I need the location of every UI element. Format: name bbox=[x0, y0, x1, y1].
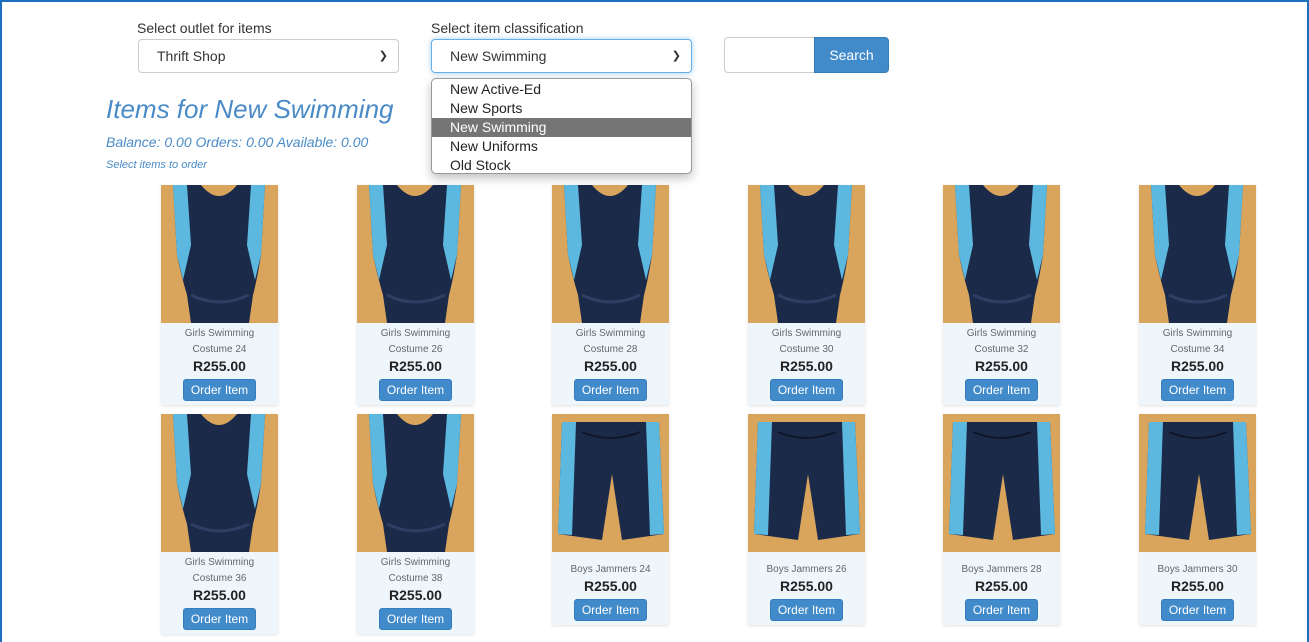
product-price: R255.00 bbox=[193, 587, 246, 603]
product-name: Girls Swimming bbox=[380, 557, 451, 568]
product-card: Girls Swimming Costume 32 R255.00 Order Ite… bbox=[943, 185, 1060, 405]
product-price: R255.00 bbox=[389, 587, 442, 603]
order-item-button[interactable]: Order Item bbox=[182, 608, 257, 630]
product-image[interactable] bbox=[1139, 414, 1256, 552]
order-item-button[interactable]: Order Item bbox=[964, 379, 1039, 401]
product-name-line2: Costume 34 bbox=[1170, 344, 1225, 355]
order-item-button[interactable]: Order Item bbox=[964, 599, 1039, 621]
product-name-line2: Costume 36 bbox=[192, 573, 247, 584]
product-name: Boys Jammers 30 bbox=[1157, 564, 1238, 575]
product-price: R255.00 bbox=[584, 578, 637, 594]
dropdown-option[interactable]: New Sports bbox=[432, 99, 691, 118]
product-name-line2: Costume 28 bbox=[583, 344, 638, 355]
product-card: Girls Swimming Costume 38 R255.00 Order Ite… bbox=[357, 414, 474, 634]
product-image[interactable] bbox=[748, 185, 865, 323]
product-name: Girls Swimming bbox=[966, 328, 1037, 339]
product-name-line2: Costume 32 bbox=[974, 344, 1029, 355]
product-name: Girls Swimming bbox=[1162, 328, 1233, 339]
product-price: R255.00 bbox=[389, 358, 442, 374]
order-item-button[interactable]: Order Item bbox=[1160, 379, 1235, 401]
product-image[interactable] bbox=[943, 185, 1060, 323]
product-image[interactable] bbox=[1139, 185, 1256, 323]
product-name-line2: Costume 30 bbox=[779, 344, 834, 355]
product-name: Girls Swimming bbox=[575, 328, 646, 339]
product-card: Boys Jammers 26 R255.00 Order Item bbox=[748, 414, 865, 625]
product-image[interactable] bbox=[552, 185, 669, 323]
product-name-line2: Costume 26 bbox=[388, 344, 443, 355]
product-card: Girls Swimming Costume 34 R255.00 Order Ite… bbox=[1139, 185, 1256, 405]
classification-dropdown: New Active-Ed New Sports New Swimming Ne… bbox=[431, 78, 692, 174]
outlet-label: Select outlet for items bbox=[137, 20, 272, 36]
product-price: R255.00 bbox=[975, 578, 1028, 594]
product-card: Girls Swimming Costume 30 R255.00 Order Ite… bbox=[748, 185, 865, 405]
product-price: R255.00 bbox=[1171, 358, 1224, 374]
order-item-button[interactable]: Order Item bbox=[573, 599, 648, 621]
outlet-select[interactable]: Thrift Shop ❯ bbox=[138, 39, 399, 73]
product-image[interactable] bbox=[161, 185, 278, 323]
product-card: Boys Jammers 28 R255.00 Order Item bbox=[943, 414, 1060, 625]
order-item-button[interactable]: Order Item bbox=[378, 608, 453, 630]
product-card: Girls Swimming Costume 28 R255.00 Order Ite… bbox=[552, 185, 669, 405]
order-item-button[interactable]: Order Item bbox=[769, 379, 844, 401]
search-input[interactable] bbox=[724, 37, 815, 73]
product-price: R255.00 bbox=[584, 358, 637, 374]
product-name: Boys Jammers 28 bbox=[961, 564, 1042, 575]
product-card: Girls Swimming Costume 26 R255.00 Order Ite… bbox=[357, 185, 474, 405]
select-hint: Select items to order bbox=[106, 159, 207, 171]
product-card: Girls Swimming Costume 36 R255.00 Order Ite… bbox=[161, 414, 278, 634]
order-item-button[interactable]: Order Item bbox=[378, 379, 453, 401]
order-item-button[interactable]: Order Item bbox=[182, 379, 257, 401]
product-image[interactable] bbox=[748, 414, 865, 552]
product-price: R255.00 bbox=[780, 358, 833, 374]
product-name: Boys Jammers 24 bbox=[570, 564, 651, 575]
outlet-select-value: Thrift Shop bbox=[157, 48, 226, 64]
product-image[interactable] bbox=[357, 185, 474, 323]
dropdown-option-selected[interactable]: New Swimming bbox=[432, 118, 691, 137]
product-price: R255.00 bbox=[1171, 578, 1224, 594]
dropdown-option[interactable]: New Uniforms bbox=[432, 137, 691, 156]
product-price: R255.00 bbox=[780, 578, 833, 594]
order-item-button[interactable]: Order Item bbox=[573, 379, 648, 401]
balance-summary: Balance: 0.00 Orders: 0.00 Available: 0.… bbox=[106, 134, 369, 150]
page-title: Items for New Swimming bbox=[106, 94, 394, 124]
order-item-button[interactable]: Order Item bbox=[769, 599, 844, 621]
classification-select-value: New Swimming bbox=[450, 48, 547, 64]
chevron-down-icon: ❯ bbox=[378, 50, 388, 62]
product-name: Boys Jammers 26 bbox=[766, 564, 847, 575]
product-image[interactable] bbox=[357, 414, 474, 552]
product-name: Girls Swimming bbox=[184, 328, 255, 339]
product-price: R255.00 bbox=[193, 358, 246, 374]
product-name-line2: Costume 38 bbox=[388, 573, 443, 584]
product-image[interactable] bbox=[943, 414, 1060, 552]
product-name: Girls Swimming bbox=[184, 557, 255, 568]
product-name: Girls Swimming bbox=[771, 328, 842, 339]
dropdown-option[interactable]: New Active-Ed bbox=[432, 80, 691, 99]
order-item-button[interactable]: Order Item bbox=[1160, 599, 1235, 621]
chevron-down-icon: ❯ bbox=[671, 50, 681, 62]
product-image[interactable] bbox=[552, 414, 669, 552]
search-button[interactable]: Search bbox=[814, 37, 889, 73]
dropdown-option[interactable]: Old Stock bbox=[432, 156, 691, 173]
product-price: R255.00 bbox=[975, 358, 1028, 374]
product-card: Boys Jammers 24 R255.00 Order Item bbox=[552, 414, 669, 625]
classification-label: Select item classification bbox=[431, 20, 584, 36]
product-card: Boys Jammers 30 R255.00 Order Item bbox=[1139, 414, 1256, 625]
classification-select[interactable]: New Swimming ❯ bbox=[431, 39, 692, 73]
product-name: Girls Swimming bbox=[380, 328, 451, 339]
product-card: Girls Swimming Costume 24 R255.00 Order Ite… bbox=[161, 185, 278, 405]
product-name-line2: Costume 24 bbox=[192, 344, 247, 355]
product-image[interactable] bbox=[161, 414, 278, 552]
